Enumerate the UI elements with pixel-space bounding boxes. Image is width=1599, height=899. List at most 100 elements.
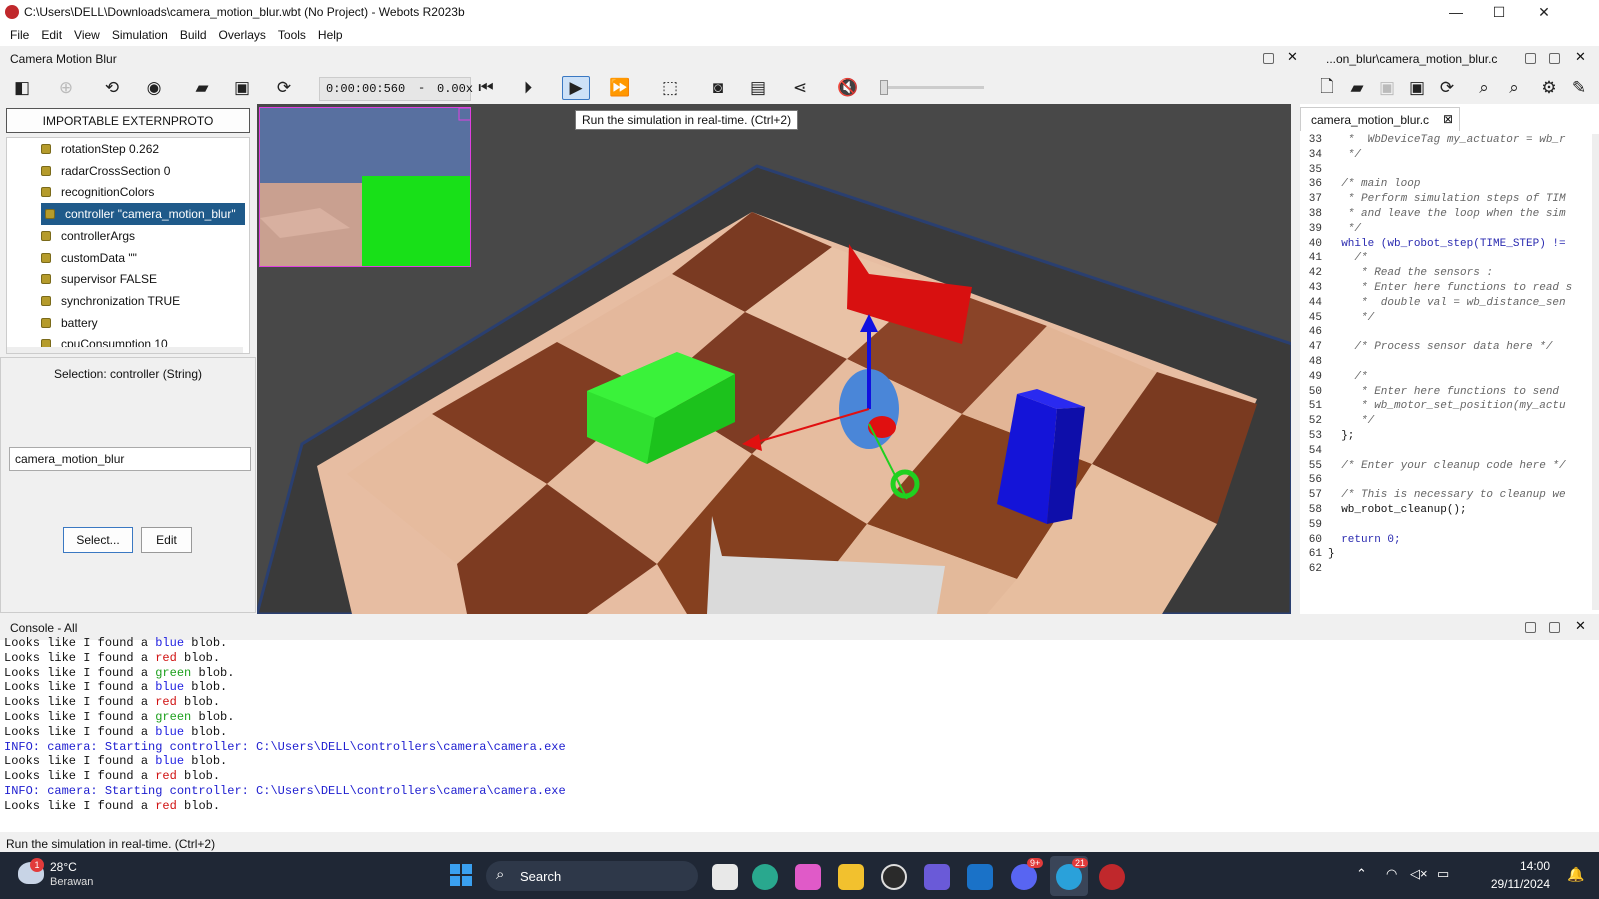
menu-view[interactable]: View <box>68 24 106 46</box>
edit-button[interactable]: Edit <box>141 527 192 553</box>
controller-value-field[interactable]: camera_motion_blur <box>9 447 251 471</box>
tree-item[interactable]: supervisor FALSE <box>41 268 157 290</box>
line-number: 55 <box>1308 459 1322 472</box>
menu-file[interactable]: File <box>4 24 35 46</box>
code-line: 61} <box>1300 548 1599 563</box>
run-realtime-icon[interactable]: ▶ <box>562 76 590 100</box>
field-editor <box>0 357 256 613</box>
console-text: blob. <box>184 724 228 739</box>
reload-world-icon[interactable]: ⟳ <box>270 76 298 100</box>
maximize-pane-icon[interactable] <box>1549 622 1560 633</box>
tree-item[interactable]: controller "camera_motion_blur" <box>41 203 245 226</box>
code-line: 62 <box>1300 563 1599 578</box>
reset-simulation-icon[interactable]: ⏮ <box>472 76 500 100</box>
clean-icon[interactable]: ✎ <box>1565 76 1593 100</box>
volume-slider-handle[interactable] <box>880 80 888 95</box>
clock-time[interactable]: 14:00 <box>1500 859 1550 873</box>
add-node-icon[interactable]: ⊕ <box>52 76 80 100</box>
code-area[interactable]: 33 * WbDeviceTag my_actuator = wb_r 34 */… <box>1300 134 1599 610</box>
replace-icon[interactable]: ⌕ <box>1500 76 1528 100</box>
float-icon[interactable] <box>1525 53 1536 64</box>
blob-color: blue <box>155 636 185 650</box>
maximize-button[interactable]: ☐ <box>1476 0 1522 24</box>
open-world-icon[interactable]: ▰ <box>188 76 216 100</box>
tree-item[interactable]: radarCrossSection 0 <box>41 160 170 182</box>
menu-tools[interactable]: Tools <box>272 24 312 46</box>
task-view-icon[interactable] <box>712 864 738 890</box>
close-button[interactable]: ✕ <box>1521 0 1567 24</box>
close-tab-icon[interactable]: ⊠ <box>1443 112 1453 126</box>
tree-item[interactable]: rotationStep 0.262 <box>41 138 159 160</box>
float-icon[interactable] <box>1525 622 1536 633</box>
outlook-icon[interactable] <box>967 864 993 890</box>
tree-item[interactable]: battery <box>41 312 98 334</box>
importable-externproto-button[interactable]: IMPORTABLE EXTERNPROTO <box>6 108 250 133</box>
console-text: blob. <box>176 695 221 710</box>
tree-hscrollbar[interactable] <box>7 347 243 353</box>
close-pane-icon[interactable]: ✕ <box>1287 49 1298 65</box>
select-button[interactable]: Select... <box>63 527 133 553</box>
file-explorer-icon[interactable] <box>838 864 864 890</box>
menu-simulation[interactable]: Simulation <box>106 24 174 46</box>
tree-item[interactable]: customData "" <box>41 247 137 269</box>
rendering-icon[interactable]: ⬚ <box>656 76 684 100</box>
step-icon[interactable]: ⏵ <box>514 76 542 100</box>
save-world-icon[interactable]: ▣ <box>228 76 256 100</box>
save-as-icon[interactable]: ▣ <box>1403 76 1431 100</box>
volume-slider[interactable] <box>880 80 984 95</box>
tree-item[interactable]: synchronization TRUE <box>41 290 180 312</box>
battery-icon[interactable]: ▭ <box>1437 866 1449 882</box>
editor-scrollbar[interactable] <box>1592 134 1599 610</box>
taskbar-search[interactable]: ⌕ Search <box>486 861 698 891</box>
build-gear-icon[interactable]: ⚙ <box>1535 76 1563 100</box>
revert-icon[interactable]: ⟳ <box>1433 76 1461 100</box>
new-file-icon[interactable]: 🗋 <box>1313 76 1341 100</box>
float-icon[interactable] <box>1263 53 1274 64</box>
menu-edit[interactable]: Edit <box>35 24 68 46</box>
line-number: 36 <box>1308 178 1322 191</box>
tree-item[interactable]: controllerArgs <box>41 225 135 247</box>
weather-temp: 28°C <box>50 860 77 874</box>
browser-icon[interactable] <box>752 864 778 890</box>
console-line: Looks like I found a blue blob. <box>4 636 227 651</box>
console-text: blob. <box>176 769 221 784</box>
mute-icon[interactable]: 🔇 <box>834 76 862 100</box>
clock-date[interactable]: 29/11/2024 <box>1466 877 1550 891</box>
search-icon: ⌕ <box>496 866 505 883</box>
volume-icon[interactable]: ◁× <box>1410 866 1428 882</box>
windows-start-icon[interactable] <box>450 864 472 886</box>
blob-color: blue <box>155 724 185 739</box>
maximize-pane-icon[interactable] <box>1549 53 1560 64</box>
save-file-icon[interactable]: ▣ <box>1373 76 1401 100</box>
console-line: Looks like I found a red blob. <box>4 799 220 814</box>
reset-viewpoint-icon[interactable]: ⟲ <box>98 76 126 100</box>
wifi-icon[interactable]: ◠ <box>1386 866 1397 882</box>
share-icon[interactable]: ⋖ <box>786 76 814 100</box>
app-icon[interactable] <box>924 864 950 890</box>
tree-item[interactable]: recognitionColors <box>41 181 154 203</box>
open-file-icon[interactable]: ▰ <box>1343 76 1371 100</box>
notification-bell-icon[interactable]: 🔔 <box>1567 866 1584 883</box>
menu-build[interactable]: Build <box>174 24 213 46</box>
dell-icon[interactable] <box>881 864 907 890</box>
screenshot-icon[interactable]: ◙ <box>704 76 732 100</box>
close-pane-icon[interactable]: ✕ <box>1575 618 1586 634</box>
find-icon[interactable]: ⌕ <box>1470 76 1498 100</box>
webots-taskbar-icon[interactable] <box>1099 864 1125 890</box>
view-eye-icon[interactable]: ◉ <box>140 76 168 100</box>
close-pane-icon[interactable]: ✕ <box>1575 49 1586 65</box>
code-text: * wb_motor_set_position(my_actu <box>1328 400 1566 413</box>
fast-forward-icon[interactable]: ⏩ <box>606 76 634 100</box>
chevron-up-icon[interactable]: ⌃ <box>1356 866 1367 882</box>
tree-item-label: rotationStep 0.262 <box>61 142 160 156</box>
camera-overlay[interactable] <box>259 107 471 267</box>
minimize-button[interactable]: — <box>1433 0 1479 24</box>
console-output[interactable]: Looks like I found a blue blob. Looks lik… <box>0 636 1599 832</box>
menu-overlays[interactable]: Overlays <box>213 24 272 46</box>
copilot-icon[interactable] <box>795 864 821 890</box>
editor-tab[interactable]: camera_motion_blur.c ⊠ <box>1300 107 1460 131</box>
menu-help[interactable]: Help <box>312 24 349 46</box>
webots-logo-icon <box>5 5 19 19</box>
toggle-scene-tree-icon[interactable]: ◧ <box>8 76 36 100</box>
record-movie-icon[interactable]: ▤ <box>744 76 772 100</box>
